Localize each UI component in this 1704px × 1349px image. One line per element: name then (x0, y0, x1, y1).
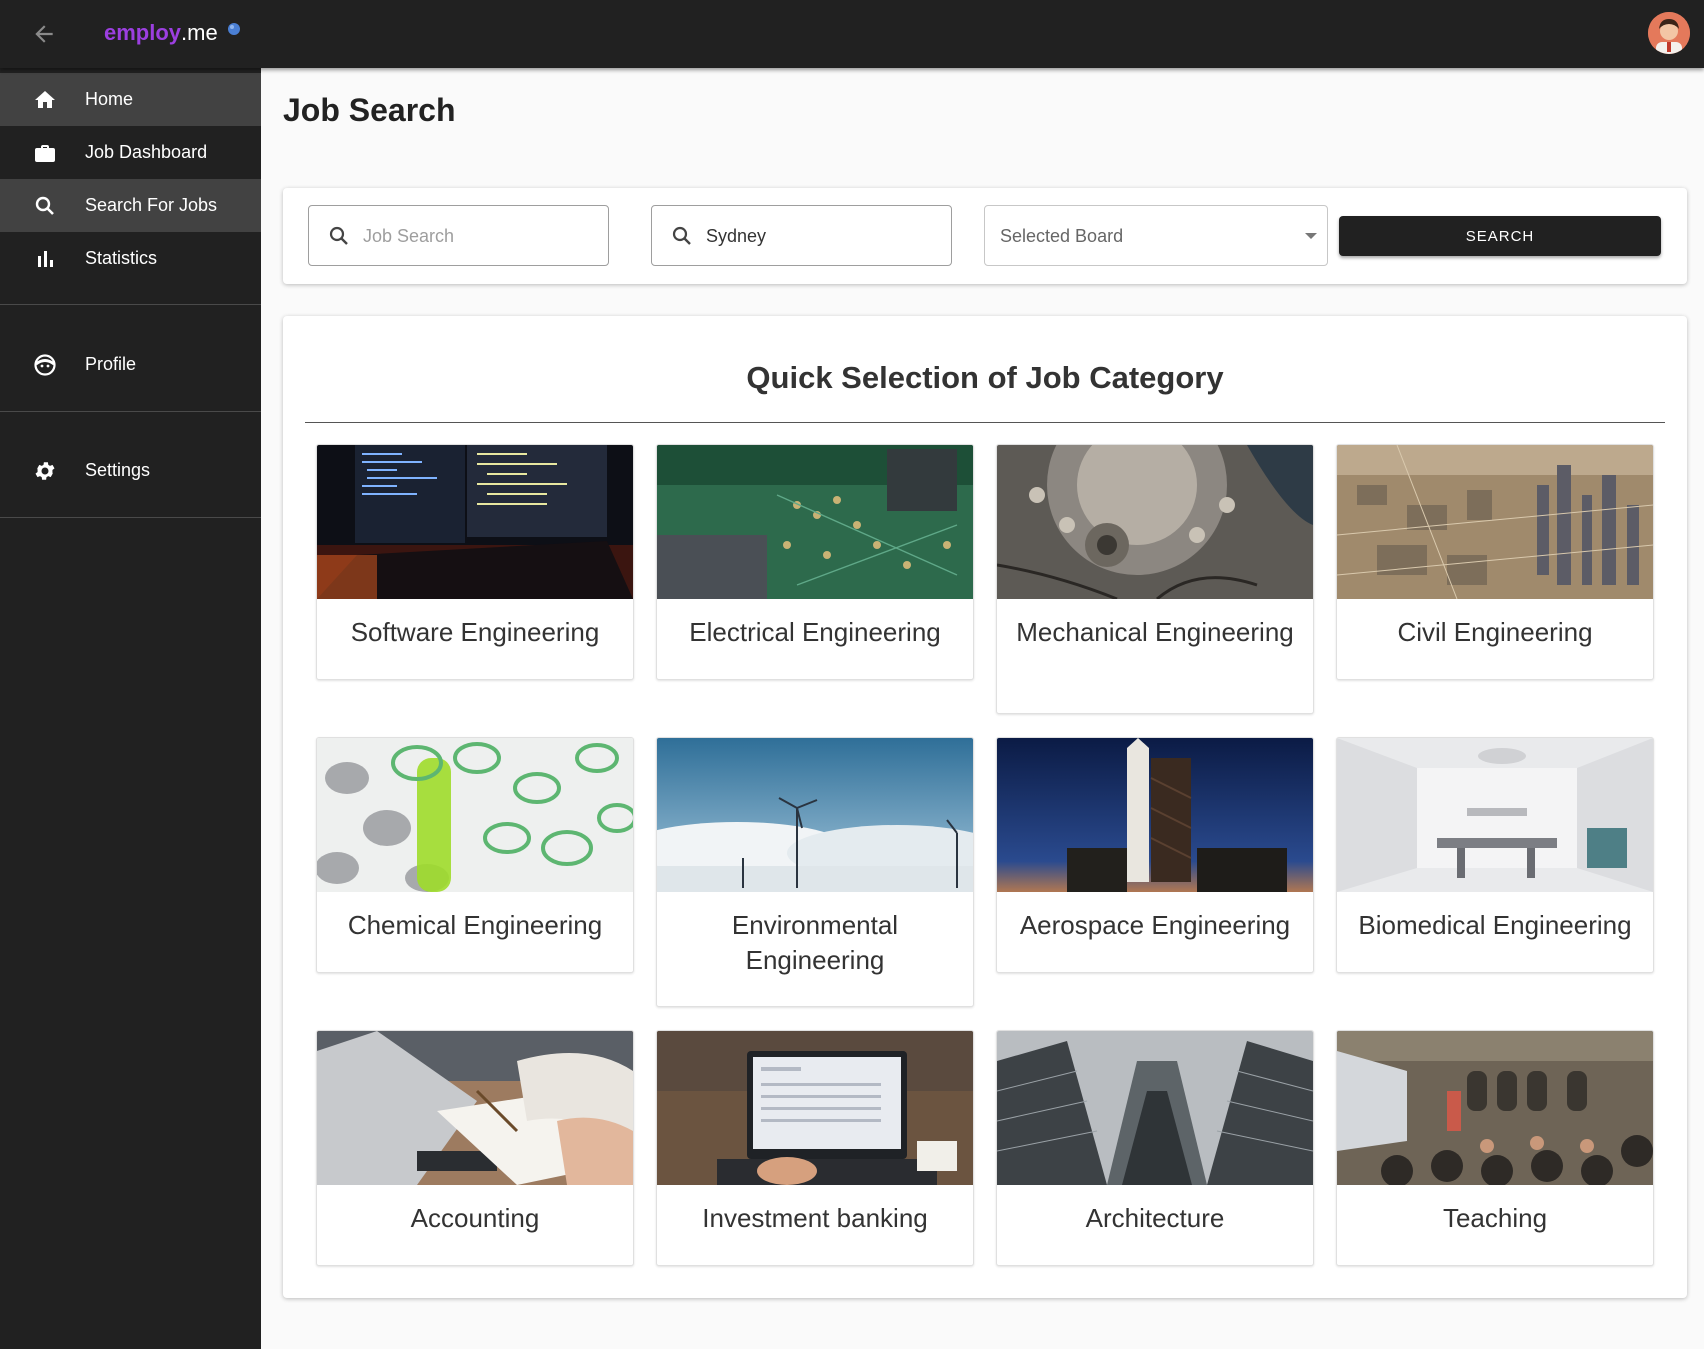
category-tile-architecture[interactable]: Architecture (996, 1030, 1314, 1266)
search-icon (33, 194, 57, 218)
brand-logo[interactable]: employ.me (104, 20, 218, 46)
brand-name-part1: employ (104, 20, 182, 45)
category-label: Civil Engineering (1397, 617, 1593, 647)
job-search-field[interactable] (308, 205, 609, 266)
sidebar-item-settings[interactable]: Settings (0, 444, 261, 497)
search-icon (327, 224, 351, 248)
sidebar-item-label: Settings (85, 460, 151, 480)
civil-engineering-image (1337, 445, 1653, 599)
search-icon (670, 224, 694, 248)
category-label: Software Engineering (350, 617, 600, 647)
category-tile-biomedical-engineering[interactable]: Biomedical Engineering (1336, 737, 1654, 973)
category-tile-aerospace-engineering[interactable]: Aerospace Engineering (996, 737, 1314, 973)
user-avatar[interactable] (1648, 12, 1690, 54)
sidebar-item-search-for-jobs[interactable]: Search For Jobs (0, 179, 261, 232)
category-tile-mechanical-engineering[interactable]: Mechanical Engineering (996, 444, 1314, 714)
sidebar-divider (0, 517, 261, 518)
sidebar-item-label: Job Dashboard (85, 142, 208, 162)
board-select-label: Selected Board (1000, 226, 1124, 246)
software-engineering-image (317, 445, 633, 599)
bar-chart-icon (33, 247, 57, 271)
search-button[interactable]: SEARCH (1339, 216, 1661, 256)
electrical-engineering-image (657, 445, 973, 599)
job-search-input[interactable] (363, 220, 593, 252)
category-label: Environmental Engineering (731, 910, 899, 975)
aerospace-engineering-image (997, 738, 1313, 892)
sidebar-item-label: Home (85, 89, 134, 109)
category-tile-electrical-engineering[interactable]: Electrical Engineering (656, 444, 974, 680)
category-label: Aerospace Engineering (1019, 910, 1291, 940)
top-app-bar: employ.me (0, 0, 1704, 68)
back-arrow-icon[interactable] (26, 18, 62, 50)
briefcase-icon (33, 141, 57, 165)
location-input-value[interactable]: Sydney (706, 226, 766, 247)
category-tile-teaching[interactable]: Teaching (1336, 1030, 1654, 1266)
category-tile-chemical-engineering[interactable]: Chemical Engineering (316, 737, 634, 973)
sidebar-item-statistics[interactable]: Statistics (0, 232, 261, 285)
category-section-title: Quick Selection of Job Category (746, 360, 1224, 395)
job-category-panel: Quick Selection of Job Category Software… (283, 316, 1687, 1298)
gear-icon (33, 459, 57, 483)
mechanical-engineering-image (997, 445, 1313, 599)
dropdown-caret-icon (1305, 233, 1317, 239)
search-panel: Sydney Selected Board SEARCH (283, 188, 1687, 284)
chemical-engineering-image (317, 738, 633, 892)
accounting-image (317, 1031, 633, 1185)
category-label: Architecture (1085, 1203, 1225, 1233)
brand-name-part2: .me (181, 20, 218, 45)
category-label: Biomedical Engineering (1358, 910, 1632, 940)
category-label: Electrical Engineering (689, 617, 941, 647)
category-label: Teaching (1442, 1203, 1548, 1233)
sidebar-divider (0, 411, 261, 412)
sidebar-item-profile[interactable]: Profile (0, 338, 261, 391)
sidebar-item-job-dashboard[interactable]: Job Dashboard (0, 126, 261, 179)
section-divider (305, 422, 1665, 423)
location-field[interactable]: Sydney (651, 205, 952, 266)
investment-banking-image (657, 1031, 973, 1185)
sidebar-item-label: Search For Jobs (85, 195, 218, 215)
category-label: Accounting (410, 1203, 540, 1233)
biomedical-engineering-image (1337, 738, 1653, 892)
category-tile-civil-engineering[interactable]: Civil Engineering (1336, 444, 1654, 680)
environmental-engineering-image (657, 738, 973, 892)
sidebar-item-label: Statistics (85, 248, 158, 268)
sidebar-item-label: Profile (85, 354, 137, 374)
home-icon (33, 88, 57, 112)
category-tile-investment-banking[interactable]: Investment banking (656, 1030, 974, 1266)
globe-icon (227, 22, 241, 36)
board-select[interactable]: Selected Board (984, 205, 1328, 266)
category-tile-environmental-engineering[interactable]: Environmental Engineering (656, 737, 974, 1007)
architecture-image (997, 1031, 1313, 1185)
teaching-image (1337, 1031, 1653, 1185)
sidebar-item-home[interactable]: Home (0, 73, 261, 126)
category-tile-software-engineering[interactable]: Software Engineering (316, 444, 634, 680)
page-title: Job Search (283, 92, 456, 128)
category-tile-accounting[interactable]: Accounting (316, 1030, 634, 1266)
sidebar: Home Job Dashboard Search For Jobs Stati… (0, 68, 261, 1349)
category-label: Mechanical Engineering (1016, 617, 1294, 647)
category-label: Investment banking (702, 1203, 928, 1233)
category-label: Chemical Engineering (347, 910, 603, 940)
sidebar-divider (0, 304, 261, 305)
face-icon (33, 353, 57, 377)
